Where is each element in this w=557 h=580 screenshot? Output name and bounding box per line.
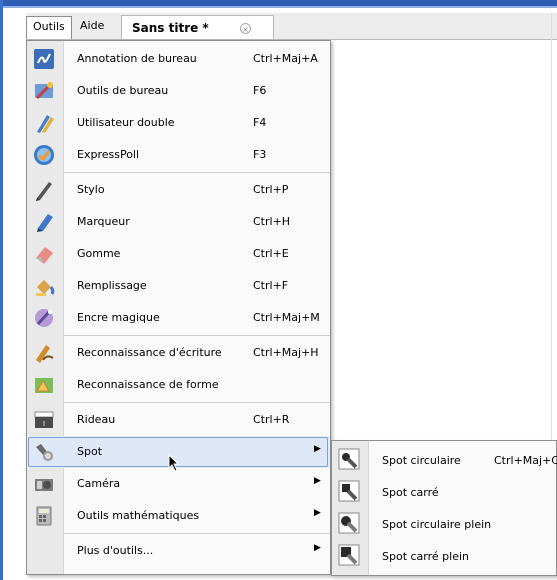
spot-square-full-icon xyxy=(337,543,361,567)
submenu-item-spot-circulaire-plein[interactable]: Spot circulaire plein xyxy=(332,507,557,539)
submenu-item-label: Spot carré plein xyxy=(382,550,470,563)
menu-separator xyxy=(63,533,330,534)
spot-circular-full-icon xyxy=(337,511,361,535)
camera-icon xyxy=(32,472,56,496)
spot-square-icon xyxy=(337,479,361,503)
menu-item-stylo[interactable]: Stylo Ctrl+P xyxy=(27,174,330,206)
spot-submenu: Spot circulaire Ctrl+Maj+C Spot carré Sp… xyxy=(331,440,557,576)
fill-icon xyxy=(32,274,56,298)
dual-user-icon xyxy=(32,111,56,135)
window-left-edge xyxy=(0,0,3,580)
mouse-cursor-icon xyxy=(168,453,180,475)
menu-item-shortcut: Ctrl+E xyxy=(253,247,289,260)
menu-item-outils-de-bureau[interactable]: Outils de bureau F6 xyxy=(27,75,330,107)
spotlight-icon xyxy=(32,440,56,464)
menu-item-encre-magique[interactable]: Encre magique Ctrl+Maj+M xyxy=(27,302,330,334)
pen-icon xyxy=(32,178,56,202)
menu-item-shortcut: Ctrl+P xyxy=(253,183,289,196)
menu-item-annotation-de-bureau[interactable]: Annotation de bureau Ctrl+Maj+A xyxy=(27,43,330,75)
menu-item-shortcut: F6 xyxy=(253,84,267,97)
document-tab[interactable]: Sans titre * × xyxy=(121,15,274,39)
menu-aide[interactable]: Aide xyxy=(74,16,110,36)
menu-item-label: Encre magique xyxy=(77,311,160,324)
page-canvas[interactable] xyxy=(331,40,556,440)
desktop-tools-icon xyxy=(32,79,56,103)
menu-item-label: Plus d'outils... xyxy=(77,544,154,557)
menu-separator xyxy=(63,402,330,403)
menu-item-label: Gomme xyxy=(77,247,121,260)
menu-item-rideau[interactable]: Rideau Ctrl+R xyxy=(27,404,330,436)
menu-item-gomme[interactable]: Gomme Ctrl+E xyxy=(27,238,330,270)
right-panel-edge xyxy=(551,13,557,443)
menu-item-label: Outils de bureau xyxy=(77,84,169,97)
submenu-item-spot-carre-plein[interactable]: Spot carré plein xyxy=(332,539,557,571)
menu-item-shortcut: F3 xyxy=(253,148,267,161)
menu-item-shortcut: Ctrl+Maj+M xyxy=(253,311,320,324)
menu-item-reconnaissance-forme[interactable]: Reconnaissance de forme xyxy=(27,369,330,401)
curtain-icon xyxy=(32,408,56,432)
expresspoll-icon xyxy=(32,143,56,167)
submenu-item-spot-carre[interactable]: Spot carré xyxy=(332,475,557,507)
menu-item-label: Annotation de bureau xyxy=(77,52,197,65)
close-tab-icon[interactable]: × xyxy=(240,23,251,34)
menu-separator xyxy=(63,335,330,336)
submenu-item-label: Spot circulaire plein xyxy=(382,518,492,531)
menu-item-label: Marqueur xyxy=(77,215,130,228)
marker-icon xyxy=(32,210,56,234)
menu-item-label: Remplissage xyxy=(77,279,147,292)
submenu-arrow-icon: ▶ xyxy=(314,476,321,486)
submenu-item-label: Spot circulaire xyxy=(382,454,461,467)
submenu-item-label: Spot carré xyxy=(382,486,439,499)
submenu-arrow-icon: ▶ xyxy=(314,508,321,518)
title-bar-highlight xyxy=(0,6,557,8)
menu-bar: Outils Aide Sans titre * × xyxy=(26,13,557,40)
handwriting-recognition-icon xyxy=(32,341,56,365)
menu-outils[interactable]: Outils xyxy=(26,16,72,39)
calculator-icon xyxy=(32,504,56,528)
menu-item-marqueur[interactable]: Marqueur Ctrl+H xyxy=(27,206,330,238)
menu-item-utilisateur-double[interactable]: Utilisateur double F4 xyxy=(27,107,330,139)
submenu-arrow-icon: ▶ xyxy=(314,543,321,553)
menu-item-label: Rideau xyxy=(77,413,116,426)
menu-item-shortcut: F4 xyxy=(253,116,267,129)
menu-item-shortcut: Ctrl+R xyxy=(253,413,290,426)
menu-separator xyxy=(63,172,330,173)
document-tab-title: Sans titre * xyxy=(132,21,209,35)
menu-item-label: Spot xyxy=(77,445,103,458)
magic-ink-icon xyxy=(32,306,56,330)
menu-item-reconnaissance-ecriture[interactable]: Reconnaissance d'écriture Ctrl+Maj+H xyxy=(27,337,330,369)
menu-item-shortcut: Ctrl+Maj+A xyxy=(253,52,318,65)
menu-item-shortcut: Ctrl+Maj+H xyxy=(253,346,319,359)
shape-recognition-icon xyxy=(32,373,56,397)
menu-item-shortcut: Ctrl+F xyxy=(253,279,289,292)
submenu-item-shortcut: Ctrl+Maj+C xyxy=(494,454,557,467)
menu-item-expresspoll[interactable]: ExpressPoll F3 xyxy=(27,139,330,171)
menu-item-shortcut: Ctrl+H xyxy=(253,215,291,228)
menu-item-label: Stylo xyxy=(77,183,105,196)
menu-item-label: Utilisateur double xyxy=(77,116,175,129)
annotation-icon xyxy=(32,47,56,71)
submenu-arrow-icon: ▶ xyxy=(314,444,321,454)
menu-item-label: Outils mathématiques xyxy=(77,509,200,522)
menu-item-label: ExpressPoll xyxy=(77,148,140,161)
menu-item-label: Reconnaissance de forme xyxy=(77,378,219,391)
submenu-item-spot-circulaire[interactable]: Spot circulaire Ctrl+Maj+C xyxy=(332,443,557,475)
eraser-icon xyxy=(32,242,56,266)
menu-item-remplissage[interactable]: Remplissage Ctrl+F xyxy=(27,270,330,302)
spot-circular-icon xyxy=(337,447,361,471)
menu-item-outils-mathematiques[interactable]: Outils mathématiques ▶ xyxy=(27,500,330,532)
menu-item-label: Caméra xyxy=(77,477,121,490)
menu-item-label: Reconnaissance d'écriture xyxy=(77,346,222,359)
outils-dropdown-menu: Annotation de bureau Ctrl+Maj+A Outils d… xyxy=(26,40,331,575)
menu-item-plus-outils[interactable]: Plus d'outils... ▶ xyxy=(27,535,330,567)
